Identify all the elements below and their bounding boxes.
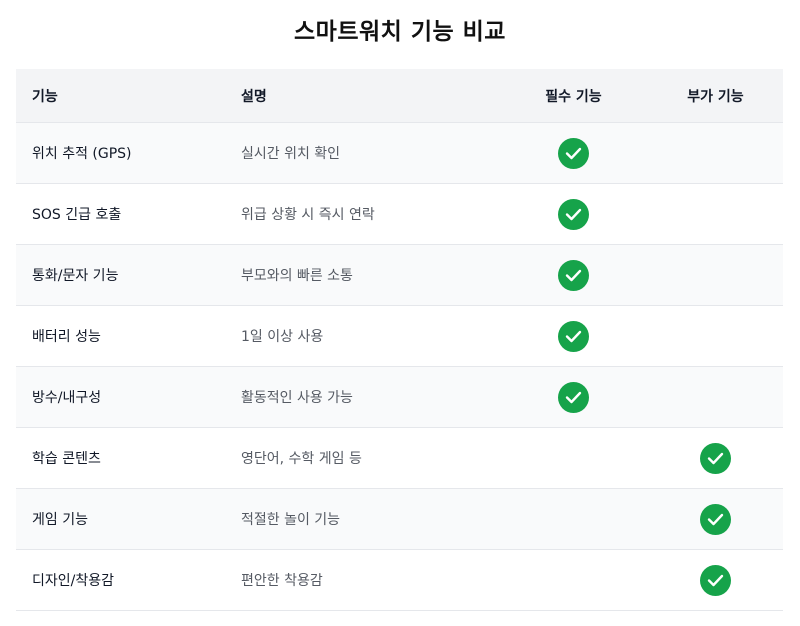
table-body: 위치 추적 (GPS) 실시간 위치 확인 SOS 긴급 호출 위급 상황 시 … (16, 122, 783, 611)
essential-cell (499, 183, 648, 245)
essential-cell (499, 549, 648, 611)
table-row: 배터리 성능 1일 이상 사용 (16, 305, 783, 367)
check-circle-icon (558, 198, 589, 230)
table-row: 위치 추적 (GPS) 실시간 위치 확인 (16, 122, 783, 184)
description-cell: 위급 상황 시 즉시 연락 (225, 183, 499, 245)
feature-cell: 학습 콘텐츠 (16, 427, 225, 489)
optional-cell (648, 366, 783, 428)
table-header: 기능 설명 필수 기능 부가 기능 (16, 69, 783, 123)
table-row: 통화/문자 기능 부모와의 빠른 소통 (16, 244, 783, 306)
optional-cell (648, 549, 783, 611)
optional-cell (648, 122, 783, 184)
header-optional: 부가 기능 (648, 69, 783, 123)
description-cell: 부모와의 빠른 소통 (225, 244, 499, 306)
table-row: 게임 기능 적절한 놀이 기능 (16, 488, 783, 550)
header-essential: 필수 기능 (499, 69, 648, 123)
description-cell: 1일 이상 사용 (225, 305, 499, 367)
description-cell: 활동적인 사용 가능 (225, 366, 499, 428)
optional-cell (648, 427, 783, 489)
optional-cell (648, 244, 783, 306)
description-cell: 편안한 착용감 (225, 549, 499, 611)
optional-cell (648, 183, 783, 245)
header-description: 설명 (225, 69, 499, 123)
table-row: SOS 긴급 호출 위급 상황 시 즉시 연락 (16, 183, 783, 245)
feature-cell: 디자인/착용감 (16, 549, 225, 611)
essential-cell (499, 305, 648, 367)
table-row: 디자인/착용감 편안한 착용감 (16, 549, 783, 611)
check-circle-icon (700, 564, 731, 596)
feature-cell: SOS 긴급 호출 (16, 183, 225, 245)
essential-cell (499, 122, 648, 184)
essential-cell (499, 244, 648, 306)
essential-cell (499, 488, 648, 550)
description-cell: 실시간 위치 확인 (225, 122, 499, 184)
check-circle-icon (558, 259, 589, 291)
optional-cell (648, 488, 783, 550)
table-row: 방수/내구성 활동적인 사용 가능 (16, 366, 783, 428)
essential-cell (499, 366, 648, 428)
feature-cell: 방수/내구성 (16, 366, 225, 428)
check-circle-icon (700, 503, 731, 535)
page: 스마트워치 기능 비교 기능 설명 필수 기능 부가 기능 위치 추적 (GPS… (0, 0, 800, 626)
description-cell: 영단어, 수학 게임 등 (225, 427, 499, 489)
page-title: 스마트워치 기능 비교 (294, 19, 506, 45)
feature-comparison-table: 기능 설명 필수 기능 부가 기능 위치 추적 (GPS) 실시간 위치 확인 … (16, 69, 783, 611)
feature-cell: 위치 추적 (GPS) (16, 122, 225, 184)
optional-cell (648, 305, 783, 367)
essential-cell (499, 427, 648, 489)
description-cell: 적절한 놀이 기능 (225, 488, 499, 550)
feature-cell: 통화/문자 기능 (16, 244, 225, 306)
table-row: 학습 콘텐츠 영단어, 수학 게임 등 (16, 427, 783, 489)
header-row: 기능 설명 필수 기능 부가 기능 (16, 69, 783, 123)
feature-cell: 게임 기능 (16, 488, 225, 550)
check-circle-icon (558, 137, 589, 169)
check-circle-icon (700, 442, 731, 474)
check-circle-icon (558, 381, 589, 413)
feature-cell: 배터리 성능 (16, 305, 225, 367)
check-circle-icon (558, 320, 589, 352)
header-feature: 기능 (16, 69, 225, 123)
